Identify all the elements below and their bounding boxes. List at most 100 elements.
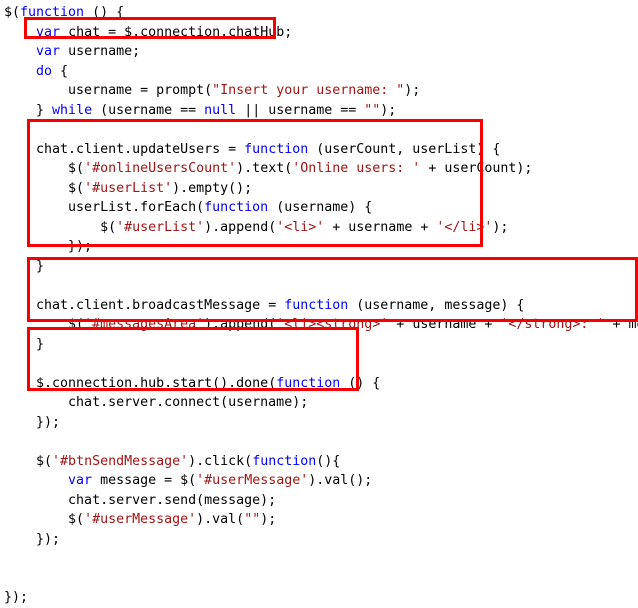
code-line[interactable]: $('#btnSendMessage').click(function(){ (0, 452, 638, 472)
code-line[interactable]: $('#userMessage').val(""); (0, 510, 638, 530)
code-line[interactable]: chat.client.updateUsers = function (user… (0, 140, 638, 160)
code-keyword: function (284, 297, 349, 313)
code-text: $( (68, 317, 85, 332)
code-line[interactable]: $(function () { (0, 3, 638, 23)
code-keyword: do (36, 63, 53, 79)
code-text: }); (36, 414, 61, 430)
code-text: chat.server.send(message); (68, 492, 277, 508)
code-keyword: function (244, 141, 309, 157)
code-keyword: null (204, 102, 237, 118)
code-line[interactable]: $('#userList').empty(); (0, 179, 638, 199)
code-line[interactable]: chat.server.connect(username); (0, 393, 638, 413)
code-string: "Insert your username: " (212, 83, 405, 98)
code-line[interactable]: } while (username == null || username ==… (0, 101, 638, 121)
code-string: '#userList' (116, 219, 205, 235)
code-text: ).text( (236, 161, 293, 176)
code-text: }); (36, 531, 61, 547)
code-listing: $(function () { var chat = $.connection.… (0, 0, 638, 608)
code-string: '#btnSendMessage' (52, 453, 189, 469)
code-text: } (36, 102, 53, 118)
code-line[interactable] (0, 549, 638, 569)
code-string: '<li><strong>' (276, 317, 389, 332)
code-string: '#userMessage' (84, 512, 197, 527)
code-line[interactable]: var message = $('#userMessage').val(); (0, 471, 638, 491)
code-string: "" (244, 512, 261, 527)
code-line[interactable]: chat.server.send(message); (0, 491, 638, 511)
code-keyword: function (252, 453, 317, 469)
code-line[interactable]: $('#userList').append('<li>' + username … (0, 218, 638, 238)
code-text: userList.forEach( (68, 200, 205, 215)
code-text: ); (260, 512, 277, 527)
code-line[interactable]: do { (0, 62, 638, 82)
code-line[interactable]: }); (0, 588, 638, 608)
code-text: + message); (612, 317, 638, 332)
code-string: '<li>' (276, 219, 325, 235)
code-line[interactable] (0, 569, 638, 589)
code-line[interactable]: $.connection.hub.start().done(function (… (0, 374, 638, 394)
code-line[interactable]: } (0, 257, 638, 277)
code-line[interactable]: userList.forEach(function (username) { (0, 198, 638, 218)
code-line[interactable]: }); (0, 237, 638, 257)
code-text: ).append( (204, 317, 277, 332)
code-text: $( (36, 453, 53, 469)
code-keyword: var (36, 44, 61, 59)
code-keyword: function (204, 200, 269, 215)
code-text: $( (68, 512, 85, 527)
code-keyword: function (276, 375, 341, 391)
code-line[interactable] (0, 120, 638, 140)
code-text: (){ (316, 453, 341, 469)
code-editor-surface: $(function () { var chat = $.connection.… (0, 0, 638, 605)
code-line[interactable]: var username; (0, 42, 638, 62)
code-line[interactable] (0, 432, 638, 452)
code-string: '</strong>: ' (500, 317, 605, 332)
code-text: }); (68, 239, 93, 254)
code-text: $( (4, 5, 21, 20)
code-text: chat.server.connect(username); (68, 395, 309, 410)
code-line[interactable]: var chat = $.connection.chatHub; (0, 23, 638, 43)
code-line[interactable]: chat.client.broadcastMessage = function … (0, 296, 638, 316)
code-line[interactable]: $('#onlineUsersCount').text('Online user… (0, 159, 638, 179)
code-text: ).append( (204, 219, 277, 235)
code-text: $( (68, 180, 85, 196)
code-line[interactable]: }); (0, 413, 638, 433)
code-text: } (36, 258, 45, 274)
code-line[interactable]: $('#messagesArea').append('<li><strong>'… (0, 315, 638, 335)
code-line[interactable]: } (0, 335, 638, 355)
code-line[interactable]: }); (0, 530, 638, 550)
code-text: ).val( (196, 512, 245, 527)
code-line[interactable] (0, 276, 638, 296)
code-keyword: function (20, 5, 85, 20)
code-text: ); (404, 83, 421, 98)
code-string: '#onlineUsersCount' (84, 161, 237, 176)
code-text: $.connection.hub.start().done( (36, 375, 277, 391)
code-text: () { (340, 375, 381, 391)
code-keyword: while (52, 102, 93, 118)
code-text: $( (68, 161, 85, 176)
code-line[interactable] (0, 354, 638, 374)
code-text: (userCount, userList) { (308, 141, 501, 157)
code-text: (username) { (268, 200, 373, 215)
code-text: (username, message) { (348, 297, 525, 313)
code-text: ).click( (188, 453, 253, 469)
code-text: chat.client.broadcastMessage = (36, 297, 285, 313)
code-line[interactable]: username = prompt("Insert your username:… (0, 81, 638, 101)
code-text: ); (380, 102, 397, 118)
